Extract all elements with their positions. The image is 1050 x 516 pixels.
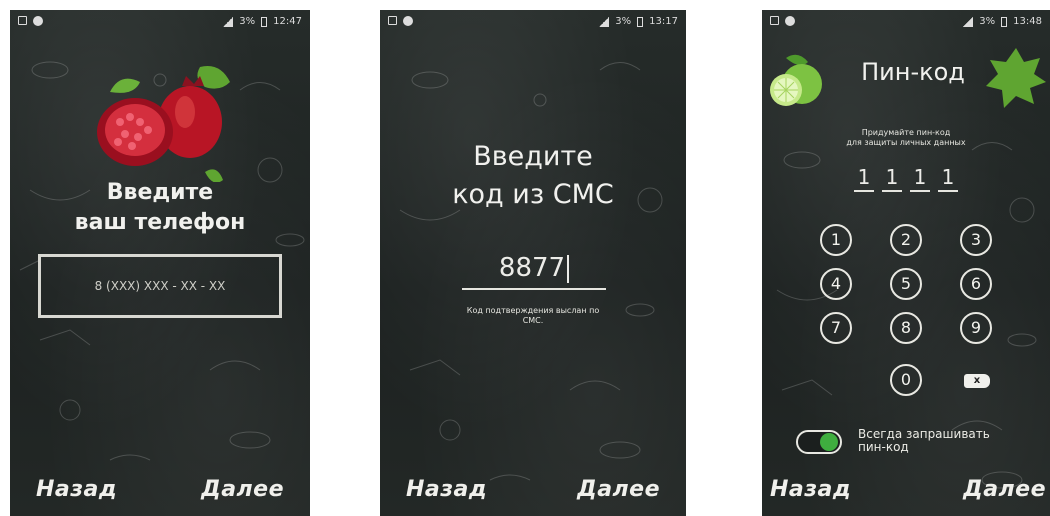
signal-icon — [599, 16, 610, 27]
toggle-label-line-2: пин-код — [858, 440, 909, 454]
keypad-key-9[interactable]: 9 — [960, 312, 992, 344]
text-cursor — [567, 254, 570, 283]
toggle-label: Всегда запрашивать пин-код — [858, 428, 990, 454]
gallery-icon — [770, 16, 779, 25]
gallery-icon — [18, 16, 27, 25]
status-bar: 3% 12:47 — [10, 10, 310, 34]
next-button[interactable]: Далее — [201, 477, 284, 502]
battery-icon — [261, 16, 268, 27]
keypad-key-1[interactable]: 1 — [820, 224, 852, 256]
keypad-key-3[interactable]: 3 — [960, 224, 992, 256]
keypad-key-4[interactable]: 4 — [820, 268, 852, 300]
phone-input-placeholder: 8 (XXX) XXX - XX - XX — [94, 279, 226, 293]
back-button[interactable]: Назад — [770, 477, 851, 502]
keypad-key-0[interactable]: 0 — [890, 364, 922, 396]
next-button[interactable]: Далее — [963, 477, 1046, 502]
battery-icon — [637, 16, 644, 27]
battery-percent: 3% — [979, 16, 996, 27]
pin-digit: 1 — [910, 164, 930, 192]
keypad-key-2[interactable]: 2 — [890, 224, 922, 256]
clock: 13:17 — [649, 16, 678, 27]
hint-line-2: СМС. — [522, 316, 544, 325]
sms-code-input[interactable]: 8877 — [462, 248, 606, 290]
pin-hint: Придумайте пин-код для защиты личных дан… — [762, 128, 1050, 148]
clock: 12:47 — [273, 16, 302, 27]
title-line-1: Введите — [106, 180, 214, 205]
phone-screen-enter-phone: 3% 12:47 Введите ваш телефон 8 (XXX) XXX… — [10, 10, 310, 516]
page-title: Введите код из СМС — [380, 138, 686, 214]
battery-percent: 3% — [615, 16, 632, 27]
notification-icon — [785, 16, 795, 26]
status-bar: 3% 13:48 — [762, 10, 1050, 34]
phone-input[interactable]: 8 (XXX) XXX - XX - XX — [38, 254, 282, 318]
signal-icon — [223, 16, 234, 27]
pin-digit: 1 — [882, 164, 902, 192]
hint-line-1: Код подтверждения выслан по — [466, 306, 600, 315]
title-line-2: код из СМС — [452, 179, 614, 210]
signal-icon — [963, 16, 974, 27]
title-line-2: ваш телефон — [74, 210, 246, 235]
page-title: Введите ваш телефон — [10, 178, 310, 238]
title-line-1: Введите — [473, 141, 593, 172]
clock: 13:48 — [1013, 16, 1042, 27]
status-bar: 3% 13:17 — [380, 10, 686, 34]
keypad-key-5[interactable]: 5 — [890, 268, 922, 300]
toggle-knob — [820, 433, 838, 451]
keypad-key-7[interactable]: 7 — [820, 312, 852, 344]
back-button[interactable]: Назад — [36, 477, 117, 502]
back-button[interactable]: Назад — [406, 477, 487, 502]
pomegranate-icon — [97, 66, 230, 182]
sms-code-value: 8877 — [498, 253, 566, 283]
pin-digit: 1 — [854, 164, 874, 192]
notification-icon — [33, 16, 43, 26]
keypad-key-6[interactable]: 6 — [960, 268, 992, 300]
sms-hint: Код подтверждения выслан по СМС. — [380, 306, 686, 326]
battery-percent: 3% — [239, 16, 256, 27]
phone-screen-pin-code: 3% 13:48 Пин-код Придумайте пин-код для … — [762, 10, 1050, 516]
pin-display: 1 1 1 1 — [854, 164, 958, 192]
backspace-button[interactable]: x — [964, 374, 990, 388]
keypad-key-8[interactable]: 8 — [890, 312, 922, 344]
backspace-icon: x — [973, 375, 981, 386]
page-title: Пин-код — [861, 58, 965, 86]
notification-icon — [403, 16, 413, 26]
always-ask-pin-toggle[interactable] — [796, 430, 842, 454]
hint-line-2: для защиты личных данных — [846, 138, 966, 147]
gallery-icon — [388, 16, 397, 25]
next-button[interactable]: Далее — [577, 477, 660, 502]
hint-line-1: Придумайте пин-код — [861, 128, 951, 137]
battery-icon — [1001, 16, 1008, 27]
pin-digit: 1 — [938, 164, 958, 192]
phone-screen-enter-sms-code: 3% 13:17 Введите код из СМС 8877 Код под… — [380, 10, 686, 516]
